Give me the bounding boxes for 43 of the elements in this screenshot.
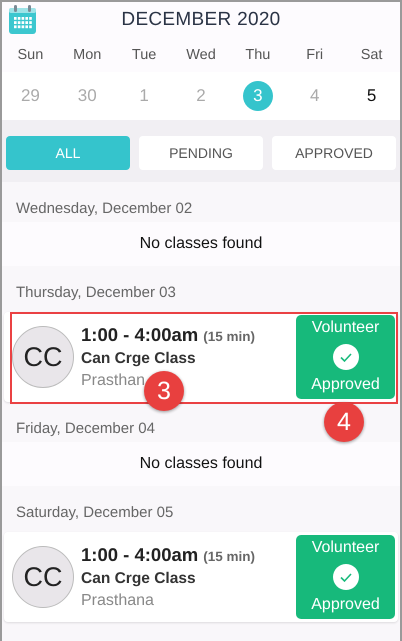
weekday-label: Thu [244,47,272,63]
host-name: Prasthana [81,592,155,610]
day-heading: Thursday, December 03 [16,284,176,301]
date-button[interactable]: 1 [129,81,160,111]
avatar-initials: CC [12,546,74,608]
empty-message: No classes found [2,222,400,266]
status-role: Volunteer [312,539,380,557]
weekday-label: Wed [185,47,217,63]
class-title: Can Crge Class [81,570,197,588]
class-duration: (15 min) [203,549,255,564]
step-number-badge: 4 [324,402,364,442]
check-icon [332,564,358,590]
class-time: 1:00 - 4:00am [81,324,198,346]
date-button[interactable]: 30 [72,81,102,111]
weekday-label: Mon [72,47,102,63]
date-button[interactable]: 3 [242,81,273,111]
class-duration: (15 min) [203,329,255,344]
weekday-label: Tue [130,47,158,63]
date-button[interactable]: 4 [300,81,330,111]
date-button[interactable]: 29 [15,81,46,111]
status-label: Approved [311,596,380,614]
weekday-label: Fri [305,47,324,63]
host-name: Prasthan [81,372,146,390]
avatar-initials: CC [12,326,74,388]
filter-tab[interactable]: ALL [6,136,130,170]
calendar-icon[interactable] [8,4,37,35]
weekday-label: Sat [360,47,384,63]
class-title: Can Crge Class [81,350,197,368]
date-button[interactable]: 2 [186,81,216,111]
empty-message: No classes found [2,442,400,486]
class-time: 1:00 - 4:00am [81,544,198,566]
filter-tab[interactable]: PENDING [139,136,263,170]
day-heading: Saturday, December 05 [16,504,174,521]
status-label: Approved [311,376,380,394]
weekday-label: Sun [16,47,44,63]
status-role: Volunteer [312,319,380,337]
date-button[interactable]: 5 [356,81,387,111]
month-title: DECEMBER 2020 [121,9,281,31]
check-icon [332,344,358,370]
filter-tab[interactable]: APPROVED [272,136,396,170]
day-heading: Wednesday, December 02 [16,200,192,217]
class-card[interactable]: CC 1:00 - 4:00am (15 min) Can Crge Class Prasthana Volunteer Approved [4,532,398,622]
day-heading: Friday, December 04 [16,420,155,437]
